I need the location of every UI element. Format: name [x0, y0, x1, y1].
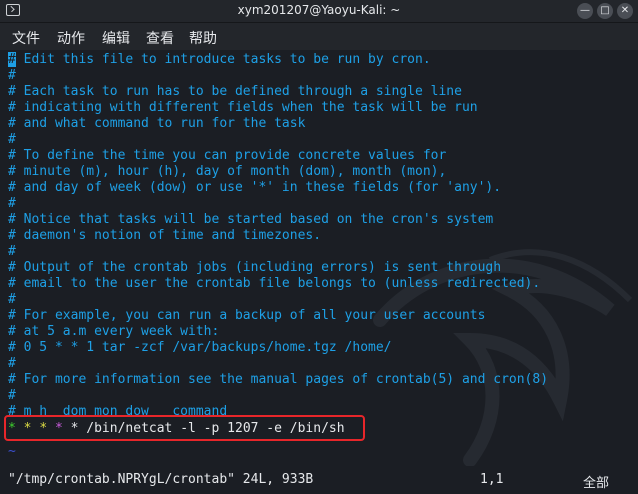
editor-line: # daemon's notion of time and timezones.	[8, 228, 322, 243]
title-bar: xym201207@Yaoyu-Kali: ~ — □ ✕	[0, 0, 638, 23]
editor-line: #	[8, 244, 16, 259]
menu-file[interactable]: 文件	[12, 28, 40, 48]
editor-line: # 0 5 * * 1 tar -zcf /var/backups/home.t…	[8, 340, 392, 355]
minimize-button[interactable]: —	[577, 3, 593, 19]
editor-line-1-rest: Edit this file to introduce tasks to be …	[15, 52, 431, 67]
editor-line: #	[8, 196, 16, 211]
text-cursor: #	[8, 52, 16, 67]
editor-line: # indicating with different fields when …	[8, 100, 478, 115]
status-bar: "/tmp/crontab.NPRYgL/crontab" 24L, 933B …	[0, 466, 638, 494]
close-button[interactable]: ✕	[617, 3, 633, 19]
empty-line-marker: ~	[8, 444, 16, 459]
menu-bar: 文件 动作 编辑 查看 帮助	[0, 23, 638, 50]
menu-edit[interactable]: 编辑	[102, 28, 130, 48]
editor-line: # and what command to run for the task	[8, 116, 306, 131]
window-title: xym201207@Yaoyu-Kali: ~	[237, 3, 401, 17]
editor-line: # Each task to run has to be defined thr…	[8, 84, 462, 99]
menu-view[interactable]: 查看	[146, 28, 174, 48]
editor-line: # and day of week (dow) or use '*' in th…	[8, 180, 502, 195]
highlight-box	[4, 415, 365, 441]
editor-line: # For example, you can run a backup of a…	[8, 308, 486, 323]
editor-line: #	[8, 388, 16, 403]
editor-line: # at 5 a.m every week with:	[8, 324, 220, 339]
editor-line: #	[8, 292, 16, 307]
editor-line: # For more information see the manual pa…	[8, 372, 549, 387]
editor-line: #	[8, 68, 16, 83]
terminal-editor[interactable]: # Edit this file to introduce tasks to b…	[0, 50, 638, 466]
editor-line: # Output of the crontab jobs (including …	[8, 260, 502, 275]
kali-dragon-watermark	[373, 249, 633, 466]
status-cursor-position: 1,1	[480, 472, 504, 487]
editor-line: # Notice that tasks will be started base…	[8, 212, 494, 227]
editor-line: #	[8, 132, 16, 147]
maximize-button[interactable]: □	[597, 3, 613, 19]
editor-line: #	[8, 356, 16, 371]
editor-line: # minute (m), hour (h), day of month (do…	[8, 164, 447, 179]
editor-line: # email to the user the crontab file bel…	[8, 276, 541, 291]
editor-line-1: # Edit this file to introduce tasks to b…	[8, 52, 431, 68]
menu-action[interactable]: 动作	[57, 28, 85, 48]
menu-help[interactable]: 帮助	[189, 28, 217, 48]
editor-line: # To define the time you can provide con…	[8, 148, 447, 163]
status-file-info: "/tmp/crontab.NPRYgL/crontab" 24L, 933B	[8, 472, 314, 487]
status-scroll-position: 全部	[583, 476, 610, 491]
